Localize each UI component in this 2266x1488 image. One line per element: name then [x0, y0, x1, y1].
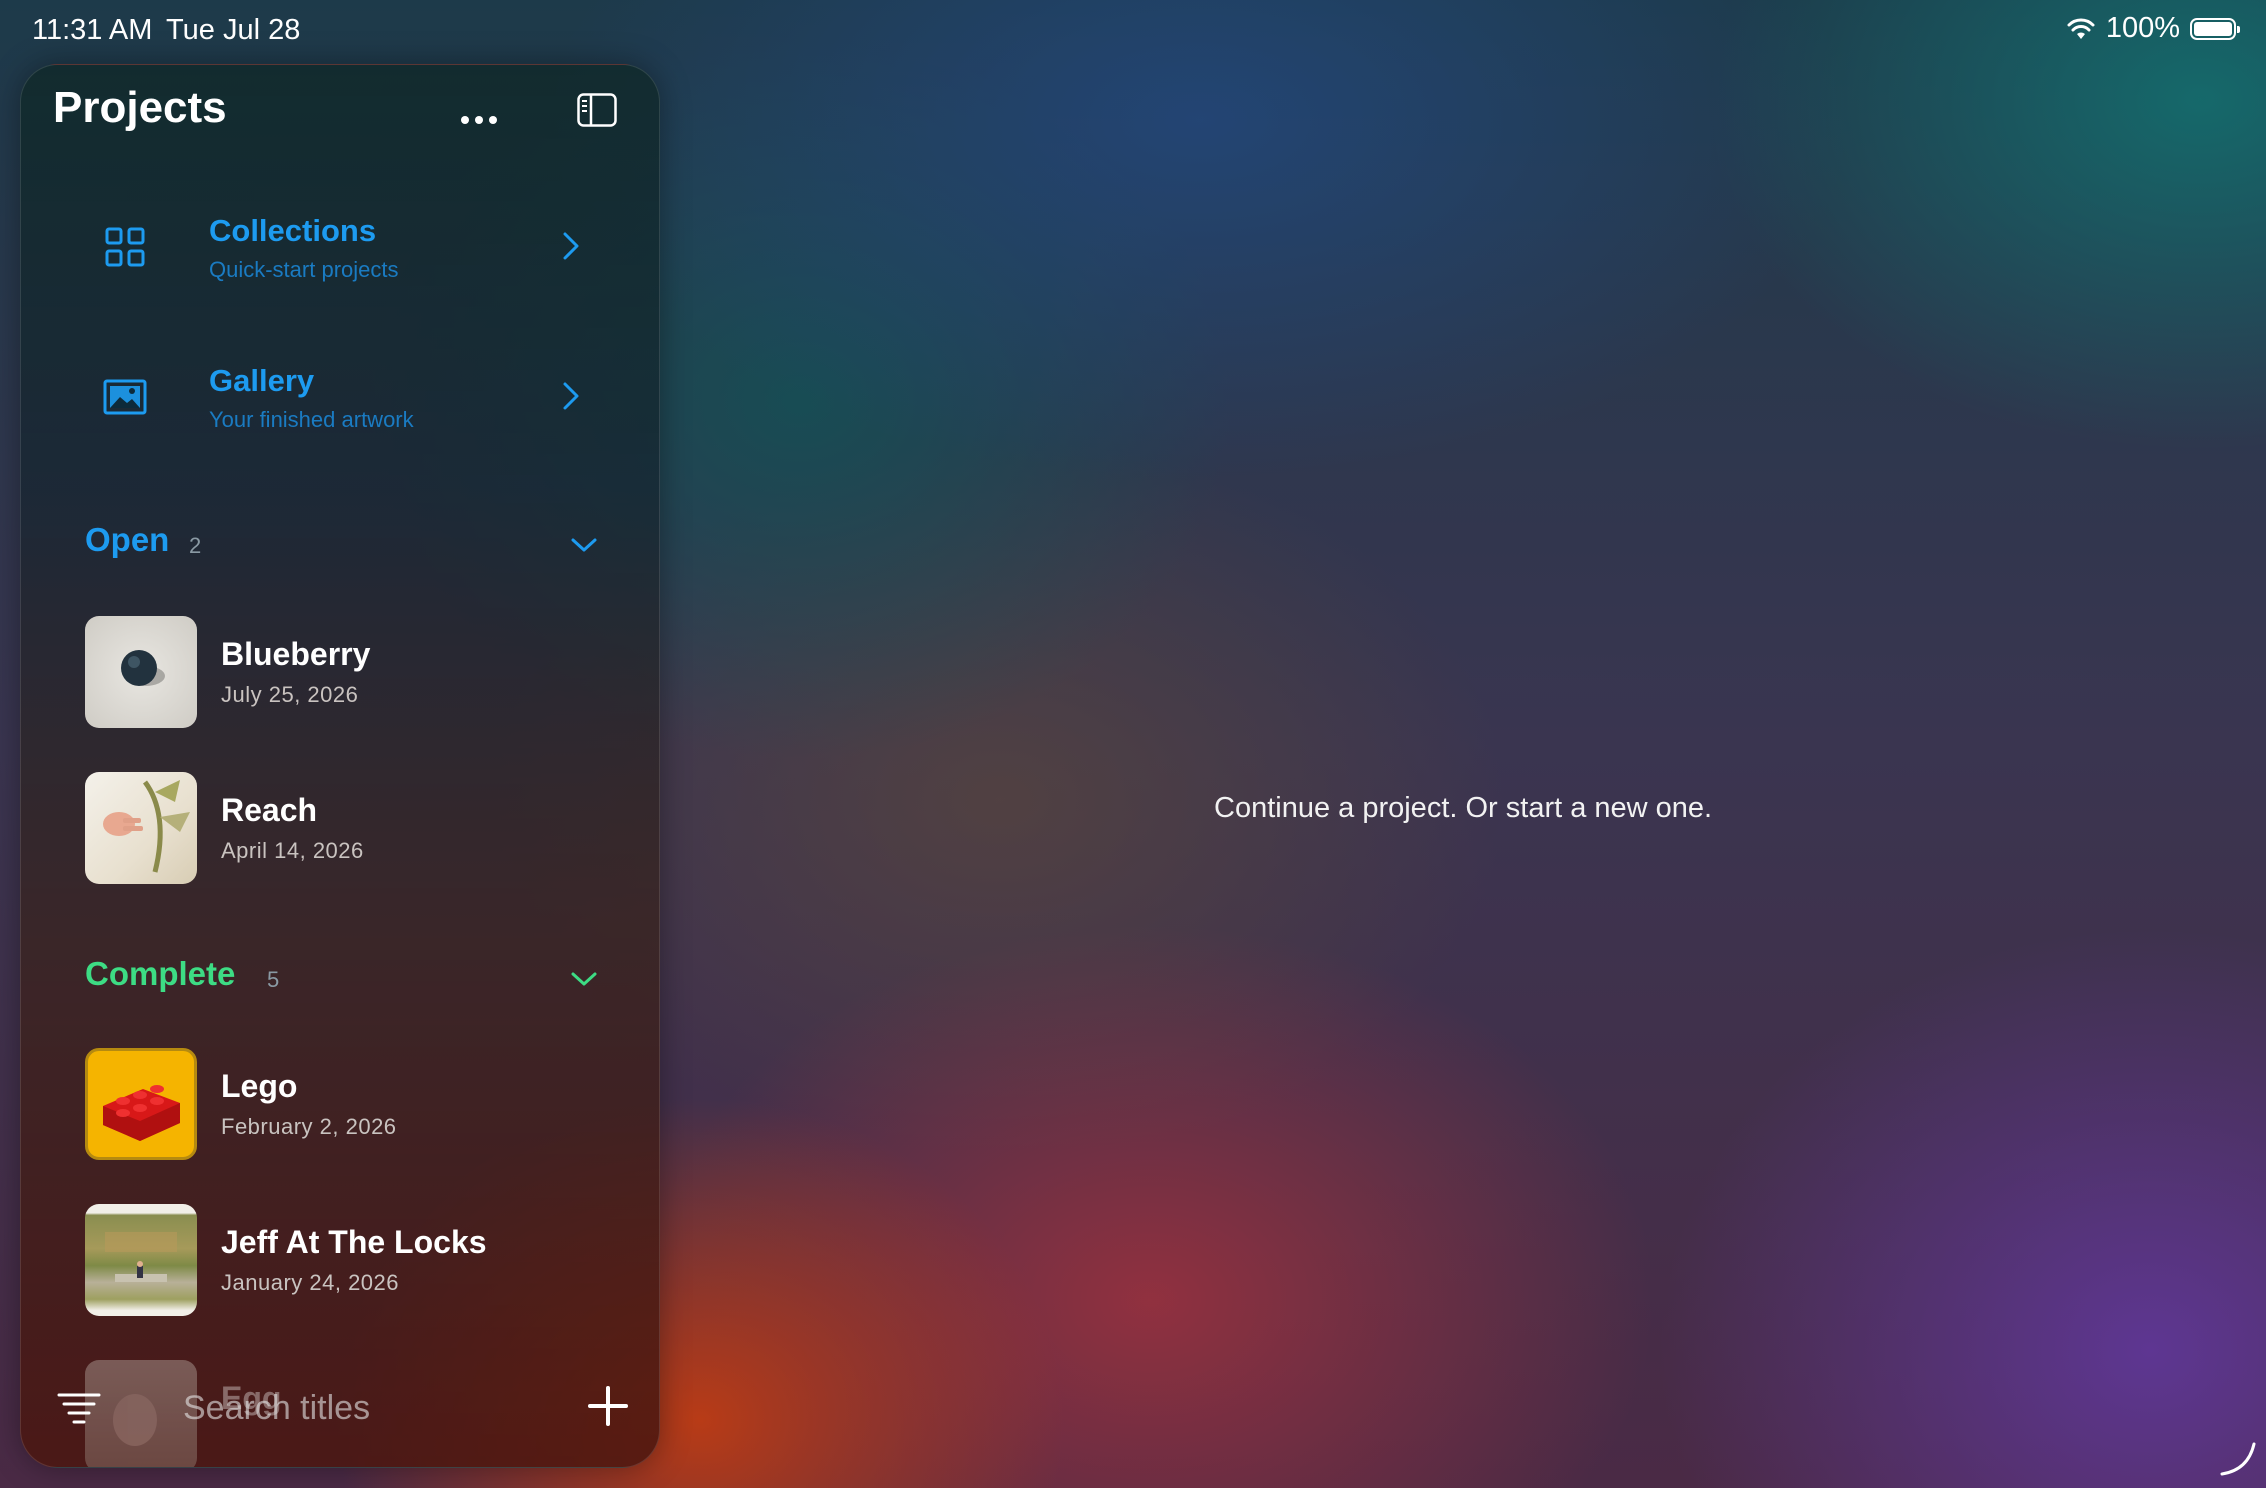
filter-icon[interactable]: [57, 1391, 101, 1425]
resize-handle-icon[interactable]: [2218, 1438, 2258, 1478]
status-date: Tue Jul 28: [166, 14, 301, 46]
project-thumbnail: [85, 772, 197, 884]
photo-icon: [103, 379, 147, 415]
status-right: 100%: [2066, 12, 2240, 45]
project-title: Blueberry: [221, 636, 371, 672]
project-item-jeff-at-the-locks[interactable]: Jeff At The Locks January 24, 2026: [85, 1204, 625, 1316]
add-project-icon[interactable]: [587, 1385, 629, 1427]
more-icon: [461, 116, 469, 124]
chevron-right-icon: [563, 382, 579, 410]
nav-gallery[interactable]: Gallery Your finished artwork: [101, 355, 621, 455]
project-item-reach[interactable]: Reach April 14, 2026: [85, 772, 625, 884]
project-title: Jeff At The Locks: [221, 1224, 487, 1260]
wifi-icon: [2067, 18, 2095, 39]
nav-title: Gallery: [209, 363, 315, 398]
sidebar-toggle-icon[interactable]: [577, 93, 617, 127]
section-title: Complete: [85, 955, 236, 992]
search-input[interactable]: [181, 1385, 485, 1431]
section-complete-header[interactable]: Complete 5: [85, 955, 615, 1005]
projects-sidebar: Projects Collections Quick-start project…: [20, 64, 660, 1468]
sidebar-title: Projects: [53, 83, 227, 132]
project-item-lego[interactable]: Lego February 2, 2026: [85, 1048, 625, 1160]
status-bar: 11:31 AM Tue Jul 28 100%: [0, 0, 2266, 60]
sidebar-bottom-bar: [21, 1371, 659, 1467]
nav-title: Collections: [209, 213, 377, 248]
status-time: 11:31 AM: [32, 14, 153, 46]
project-thumbnail: [85, 1204, 197, 1316]
chevron-down-icon[interactable]: [569, 535, 599, 555]
project-thumbnail: [85, 616, 197, 728]
section-count: 5: [267, 967, 280, 992]
section-open-header[interactable]: Open 2: [85, 521, 615, 571]
project-date: April 14, 2026: [221, 838, 364, 863]
chevron-right-icon: [563, 232, 579, 260]
battery-icon: [2190, 17, 2240, 40]
project-thumbnail: [85, 1048, 197, 1160]
more-button[interactable]: [449, 95, 509, 145]
project-date: February 2, 2026: [221, 1114, 397, 1139]
empty-state-message: Continue a project. Or start a new one.: [1214, 792, 1713, 824]
section-count: 2: [189, 533, 202, 558]
project-title: Lego: [221, 1068, 298, 1104]
project-date: January 24, 2026: [221, 1270, 400, 1295]
nav-subtitle: Quick-start projects: [209, 257, 399, 282]
nav-collections[interactable]: Collections Quick-start projects: [101, 205, 621, 305]
nav-subtitle: Your finished artwork: [209, 407, 414, 432]
chevron-down-icon[interactable]: [569, 969, 599, 989]
grid-icon: [105, 227, 145, 267]
battery-percent: 100%: [2105, 12, 2180, 44]
section-title: Open: [85, 521, 170, 558]
project-title: Reach: [221, 792, 318, 828]
project-item-blueberry[interactable]: Blueberry July 25, 2026: [85, 616, 625, 728]
project-date: July 25, 2026: [221, 682, 359, 707]
